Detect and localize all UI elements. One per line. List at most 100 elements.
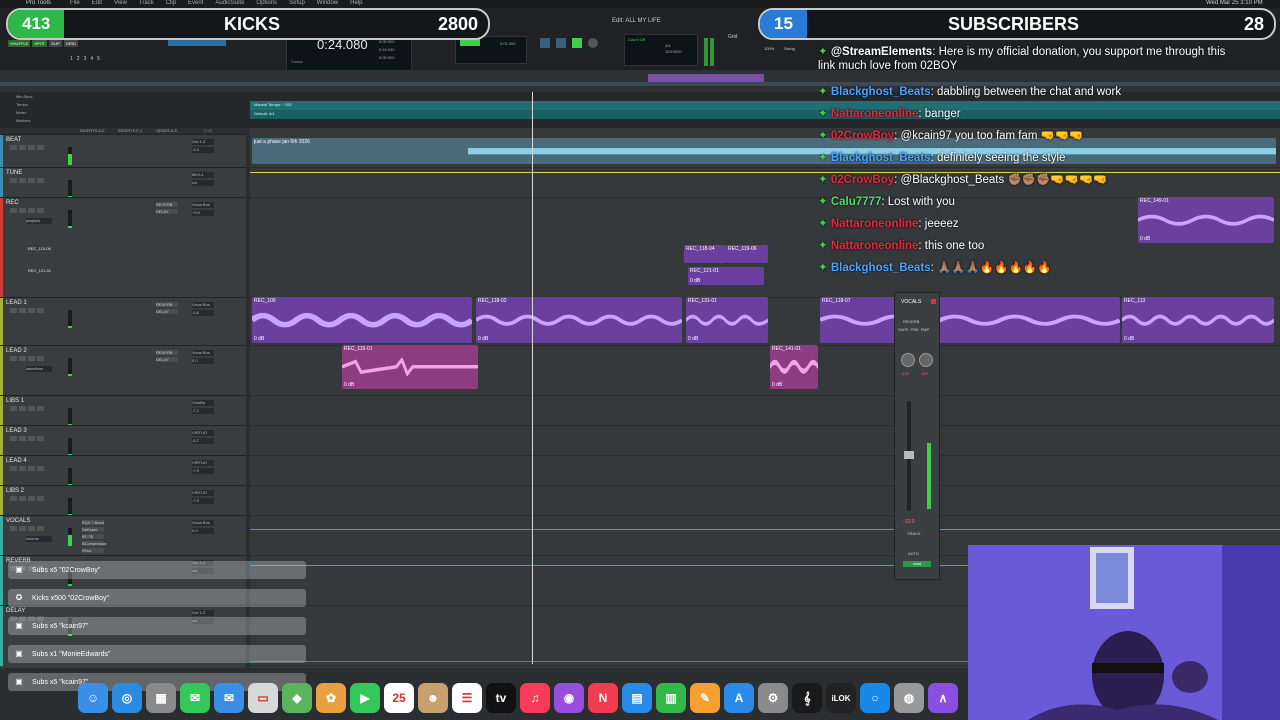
record-arm-button[interactable] xyxy=(10,436,17,441)
lead2-clip-a[interactable]: REC_115-01 0 dB xyxy=(342,345,478,389)
rec-clip-c[interactable]: REC_121-01 0 dB xyxy=(688,267,764,285)
zoom-preset-3[interactable]: 3 xyxy=(84,56,87,62)
mixer-safe[interactable]: SAFE xyxy=(898,327,908,332)
dock-circle-app-icon[interactable]: ○ xyxy=(860,683,890,713)
track-volume[interactable]: vol xyxy=(192,180,214,186)
zoom-preset-1[interactable]: 1 xyxy=(70,56,73,62)
record-arm-button[interactable] xyxy=(10,406,17,411)
record-arm-button[interactable] xyxy=(10,466,17,471)
insert-slot[interactable]: REVERB xyxy=(156,302,178,307)
lane-lead1[interactable]: REC_106 0 dB REC_118-02 0 dB REC_131-01 … xyxy=(250,297,1280,346)
insert-slot[interactable]: DELAY xyxy=(156,357,178,362)
lane-lead4[interactable] xyxy=(250,455,1280,486)
playlist-selector[interactable]: playlists xyxy=(26,218,52,224)
dock-avid-icon[interactable]: ∧ xyxy=(928,683,958,713)
track-view-selector[interactable]: volume xyxy=(26,536,52,542)
mute-button[interactable] xyxy=(37,526,44,531)
input-monitor-button[interactable] xyxy=(19,496,26,501)
lane-lead2[interactable]: REC_115-01 0 dB REC_141-01 0 dB xyxy=(250,345,1280,396)
track-tune[interactable]: TUNE MICL1 vol xyxy=(0,167,246,198)
track-io[interactable]: MICL1 xyxy=(192,172,214,178)
solo-button[interactable] xyxy=(28,145,35,150)
track-lead-3[interactable]: LEAD 3 VIRTUO -6.7 xyxy=(0,425,246,456)
track-io[interactable]: Vocal Bus xyxy=(192,302,214,308)
mode-spot[interactable]: SPOT xyxy=(32,40,48,47)
dock-safari-icon[interactable]: ◎ xyxy=(112,683,142,713)
pan-knob-right[interactable] xyxy=(919,353,933,367)
mixer-pre[interactable]: PRE xyxy=(910,327,918,332)
mixer-close-icon[interactable] xyxy=(931,299,936,304)
rec-clip-b[interactable]: REC_119-06 xyxy=(726,245,768,263)
menu-item-event[interactable]: Event xyxy=(188,0,203,6)
zoom-preset-4[interactable]: 4 xyxy=(90,56,93,62)
mixer-track-name[interactable]: VOCALS xyxy=(901,299,921,305)
count-off[interactable]: Count Off xyxy=(628,37,645,42)
lane-libs1[interactable] xyxy=(250,395,1280,426)
insert-slot[interactable]: RVox xyxy=(82,548,104,553)
chat-username[interactable]: Blackghost_Beats xyxy=(831,262,931,274)
dock-scanner-icon[interactable]: ◍ xyxy=(894,683,924,713)
track-name[interactable]: LEAD 4 xyxy=(6,458,27,464)
rewind-icon[interactable] xyxy=(540,38,550,48)
track-name[interactable]: BEAT xyxy=(6,137,21,143)
menu-item-clip[interactable]: Clip xyxy=(166,0,176,6)
menu-item-track[interactable]: Track xyxy=(139,0,154,6)
track-io[interactable]: Out 1-2 xyxy=(192,139,214,145)
record-arm-button[interactable] xyxy=(10,356,17,361)
track-name[interactable]: TUNE xyxy=(6,170,22,176)
chat-username[interactable]: Calu7777 xyxy=(831,196,882,208)
insert-slot[interactable]: EQ3 7-Band xyxy=(82,520,104,525)
solo-button[interactable] xyxy=(28,406,35,411)
track-volume[interactable]: -2.4 xyxy=(192,147,214,153)
lead1-clip-c[interactable]: REC_131-01 0 dB xyxy=(686,297,768,343)
track-io[interactable]: VIRTUO xyxy=(192,490,214,496)
mute-button[interactable] xyxy=(37,496,44,501)
track-libs-2[interactable]: LIBS 2 VIRTUO -7.9 xyxy=(0,485,246,516)
track-name[interactable]: LEAD 3 xyxy=(6,428,27,434)
input-monitor-button[interactable] xyxy=(19,436,26,441)
track-lead-2[interactable]: LEAD 2 Vocal Bus 0.0 REVERB DELAY waveform xyxy=(0,345,246,396)
track-name[interactable]: LIBS 2 xyxy=(6,488,24,494)
stop-icon[interactable] xyxy=(556,38,566,48)
lead1-clip-d[interactable]: REC_118-07 xyxy=(820,297,1120,343)
track-lead-1[interactable]: LEAD 1 Vocal Bus -0.8 REVERB DELAY xyxy=(0,297,246,346)
dock-files-icon[interactable]: ▭ xyxy=(248,683,278,713)
playlist-lane-name[interactable]: REC_121-01 xyxy=(28,268,51,273)
dock-photos-icon[interactable]: ✿ xyxy=(316,683,346,713)
track-io[interactable]: VIRTUO xyxy=(192,430,214,436)
solo-button[interactable] xyxy=(28,466,35,471)
solo-button[interactable] xyxy=(28,208,35,213)
dock-audio-app-icon[interactable]: 𝄞 xyxy=(792,683,822,713)
track-volume[interactable]: -7.9 xyxy=(192,468,214,474)
menu-item-edit[interactable]: Edit xyxy=(92,0,102,6)
record-arm-button[interactable] xyxy=(10,308,17,313)
track-volume[interactable]: 0.0 xyxy=(192,358,214,364)
dock-music-icon[interactable]: ♫ xyxy=(520,683,550,713)
track-volume[interactable]: -7.2 xyxy=(192,408,214,414)
dock-news-icon[interactable]: N xyxy=(588,683,618,713)
track-volume[interactable]: -0.8 xyxy=(192,310,214,316)
dock-contacts-icon[interactable]: ☻ xyxy=(418,683,448,713)
solo-button[interactable] xyxy=(28,308,35,313)
solo-button[interactable] xyxy=(28,356,35,361)
menu-item-view[interactable]: View xyxy=(114,0,127,6)
record-arm-button[interactable] xyxy=(10,526,17,531)
dock-launchpad-icon[interactable]: ▦ xyxy=(146,683,176,713)
dock-ilok-icon[interactable]: iLOK xyxy=(826,683,856,713)
input-monitor-button[interactable] xyxy=(19,178,26,183)
mute-button[interactable] xyxy=(37,178,44,183)
lead2-clip-b[interactable]: REC_141-01 0 dB xyxy=(770,345,818,389)
end-value[interactable]: 0:18.040 xyxy=(379,47,395,52)
track-io[interactable]: Vocal Bus xyxy=(192,202,214,208)
input-monitor-button[interactable] xyxy=(19,145,26,150)
solo-button[interactable] xyxy=(28,496,35,501)
track-volume[interactable]: -7.9 xyxy=(192,498,214,504)
meter-value[interactable]: 4/4 xyxy=(665,43,671,48)
mixer-fmp[interactable]: FMP xyxy=(921,327,929,332)
track-io[interactable]: Vocal Bus xyxy=(192,350,214,356)
mode-grid[interactable]: GRID xyxy=(63,40,78,47)
track-lead-4[interactable]: LEAD 4 VIRTUO -7.9 xyxy=(0,455,246,486)
insert-slot[interactable]: BCompressor xyxy=(82,541,106,546)
record-arm-button[interactable] xyxy=(10,145,17,150)
menu-item-setup[interactable]: Setup xyxy=(289,0,305,6)
